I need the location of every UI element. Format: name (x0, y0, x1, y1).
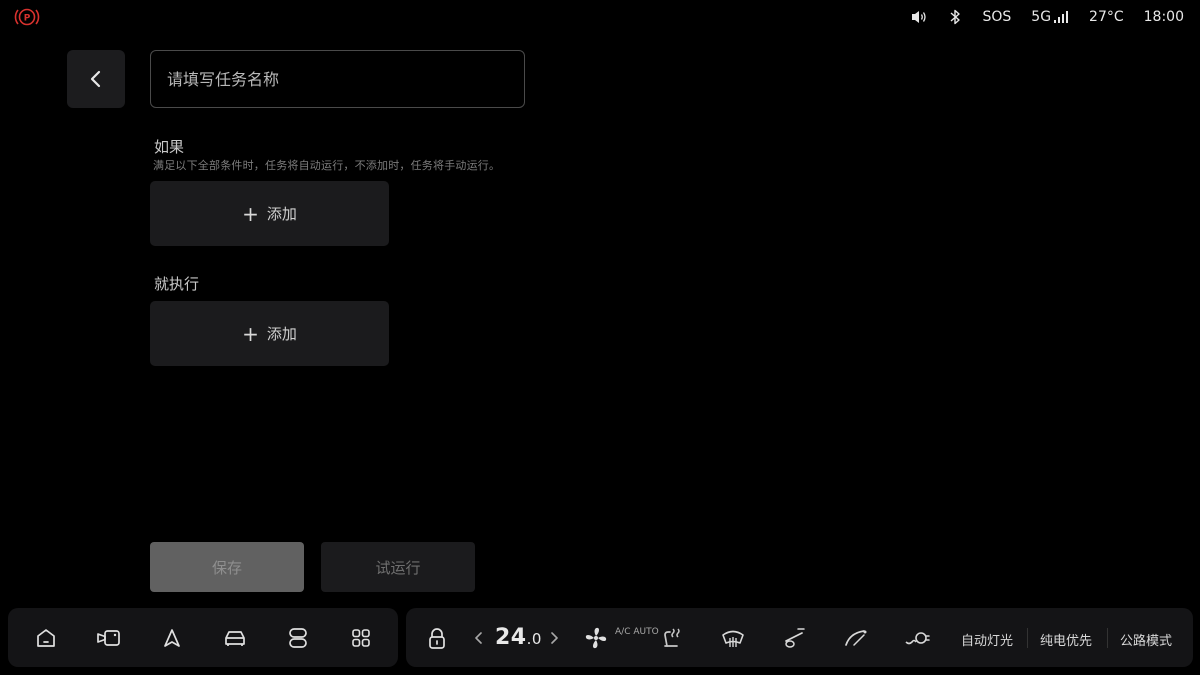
auto-label: AUTO (633, 627, 659, 637)
condition-title: 如果 (154, 138, 185, 156)
trial-run-button[interactable]: 试运行 (321, 542, 475, 592)
add-condition-button[interactable]: + 添加 (150, 181, 389, 246)
car-icon[interactable] (215, 618, 255, 658)
cabin-temperature: 24.0 (495, 625, 542, 650)
plus-icon: + (242, 321, 259, 346)
dock-separator (1027, 628, 1028, 648)
navigation-icon[interactable] (152, 618, 192, 658)
parking-brake-icon: P (14, 8, 40, 26)
wiper-icon[interactable] (842, 625, 870, 655)
ac-label: A/C (615, 627, 631, 637)
add-action-label: 添加 (266, 325, 297, 343)
ev-priority-button[interactable]: 纯电优先 (1040, 630, 1092, 649)
network-indicator: 5G (1031, 9, 1069, 25)
add-condition-label: 添加 (266, 205, 297, 223)
add-action-button[interactable]: + 添加 (150, 301, 389, 366)
switch-icon[interactable] (278, 618, 318, 658)
seat-heat-icon[interactable] (659, 625, 685, 655)
condition-description: 满足以下全部条件时，任务将自动运行，不添加时，任务将手动运行。 (153, 159, 501, 172)
status-bar: P SOS 5G 27°C 18:00 (0, 0, 1200, 34)
svg-text:P: P (24, 14, 31, 24)
lock-icon[interactable] (426, 627, 448, 655)
apps-grid-icon[interactable] (341, 618, 381, 658)
signal-icon (1054, 11, 1069, 23)
home-icon[interactable] (26, 618, 66, 658)
charge-port-icon[interactable] (903, 625, 931, 655)
back-button[interactable] (67, 50, 125, 108)
chevron-left-icon (90, 70, 101, 88)
volume-icon[interactable] (910, 9, 928, 25)
network-label: 5G (1031, 9, 1052, 25)
dock-left (8, 608, 398, 667)
plus-icon: + (242, 201, 259, 226)
fan-icon[interactable] (583, 625, 609, 655)
ac-auto-toggle[interactable]: A/C AUTO (615, 627, 659, 638)
temp-increase-button[interactable] (549, 627, 561, 649)
road-mode-button[interactable]: 公路模式 (1120, 630, 1172, 649)
front-defrost-icon[interactable] (720, 625, 746, 655)
clock: 18:00 (1143, 9, 1184, 25)
outside-temperature: 27°C (1089, 9, 1124, 25)
action-title: 就执行 (154, 275, 200, 293)
chevron-left-icon (475, 632, 482, 644)
camera-icon[interactable] (89, 618, 129, 658)
temp-decrease-button[interactable] (474, 627, 486, 649)
chevron-right-icon (551, 632, 558, 644)
bluetooth-icon[interactable] (948, 8, 962, 26)
mirror-adjust-icon[interactable] (780, 625, 808, 655)
task-name-input[interactable] (150, 50, 525, 108)
save-button[interactable]: 保存 (150, 542, 304, 592)
cabin-temperature-dec: .0 (526, 630, 542, 648)
dock-separator (1107, 628, 1108, 648)
sos-button[interactable]: SOS (982, 9, 1011, 25)
auto-headlight-button[interactable]: 自动灯光 (961, 630, 1013, 649)
cabin-temperature-int: 24 (495, 625, 527, 650)
